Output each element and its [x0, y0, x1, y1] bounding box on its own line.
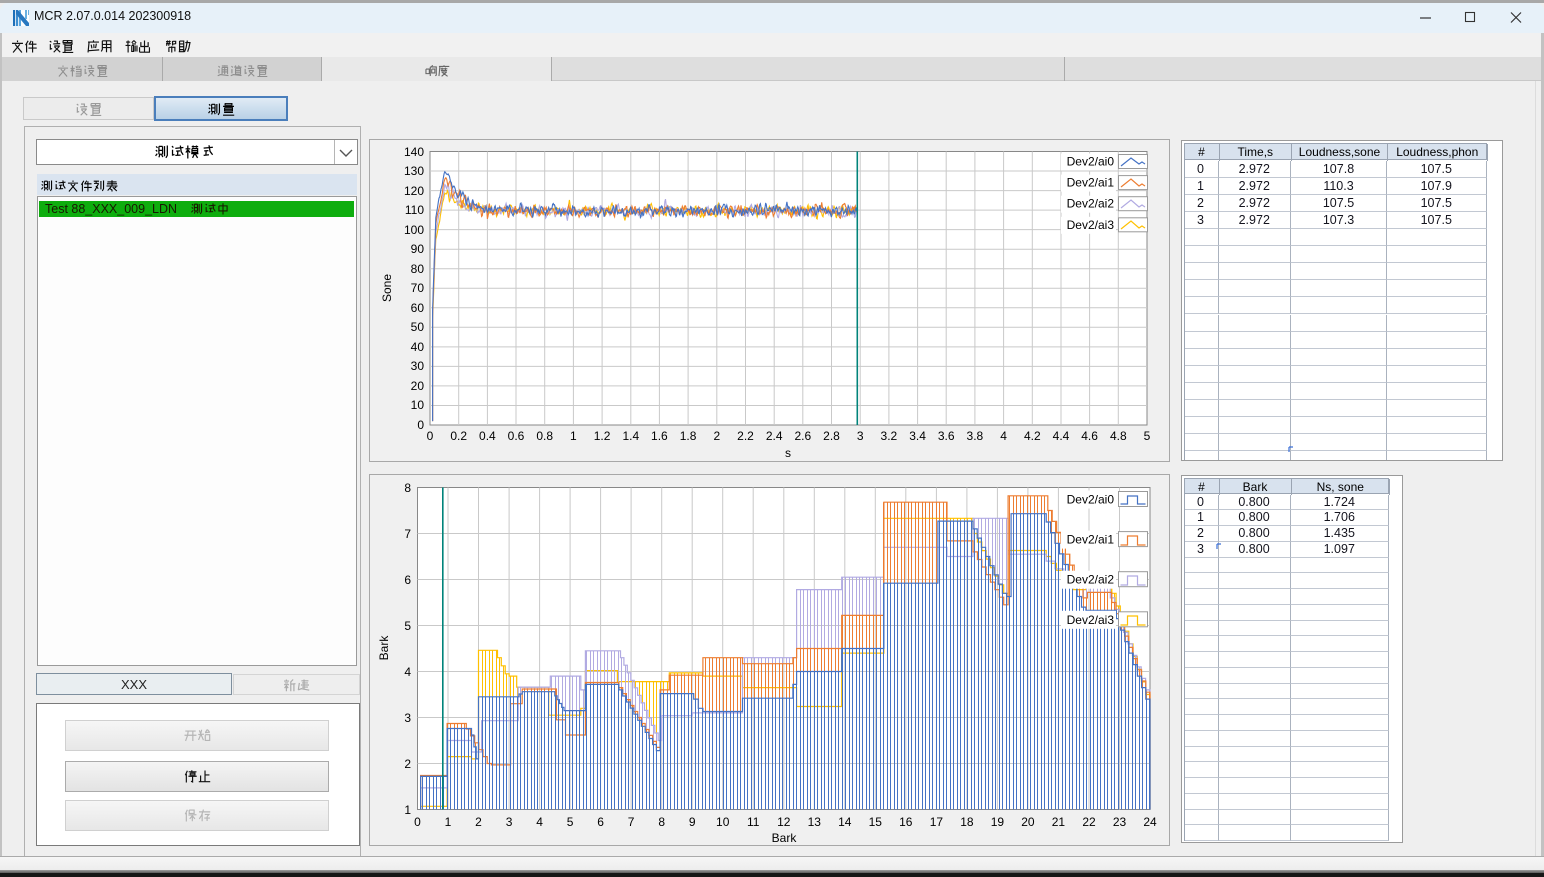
svg-text:18: 18 [960, 815, 974, 829]
svg-text:4: 4 [404, 665, 411, 679]
svg-text:13: 13 [808, 815, 822, 829]
svg-text:4.2: 4.2 [1024, 429, 1041, 443]
svg-text:19: 19 [991, 815, 1005, 829]
svg-text:1: 1 [445, 815, 452, 829]
svg-text:15: 15 [869, 815, 883, 829]
svg-text:7: 7 [628, 815, 635, 829]
svg-text:5: 5 [567, 815, 574, 829]
svg-text:1.2: 1.2 [594, 429, 611, 443]
svg-text:16: 16 [899, 815, 913, 829]
svg-text:4.4: 4.4 [1053, 429, 1070, 443]
svg-text:Dev2/ai3: Dev2/ai3 [1067, 613, 1115, 627]
svg-text:100: 100 [404, 223, 424, 237]
svg-text:30: 30 [411, 359, 425, 373]
svg-text:2: 2 [475, 815, 482, 829]
svg-text:5: 5 [404, 619, 411, 633]
svg-text:50: 50 [411, 320, 425, 334]
svg-text:12: 12 [777, 815, 791, 829]
svg-text:60: 60 [411, 301, 425, 315]
svg-text:1: 1 [570, 429, 577, 443]
svg-text:9: 9 [689, 815, 696, 829]
svg-text:10: 10 [716, 815, 730, 829]
svg-text:Bark: Bark [772, 831, 798, 845]
svg-text:21: 21 [1052, 815, 1066, 829]
svg-text:120: 120 [404, 184, 424, 198]
svg-text:22: 22 [1082, 815, 1096, 829]
svg-text:1.6: 1.6 [651, 429, 668, 443]
svg-text:3.4: 3.4 [909, 429, 926, 443]
svg-text:s: s [785, 446, 791, 460]
svg-text:4: 4 [1000, 429, 1007, 443]
svg-text:2: 2 [713, 429, 720, 443]
svg-text:Sone: Sone [380, 274, 394, 302]
svg-text:8: 8 [404, 481, 411, 495]
svg-text:0: 0 [427, 429, 434, 443]
svg-text:70: 70 [411, 281, 425, 295]
svg-text:130: 130 [404, 164, 424, 178]
svg-text:2: 2 [404, 757, 411, 771]
svg-text:140: 140 [404, 145, 424, 159]
svg-text:4: 4 [536, 815, 543, 829]
svg-text:4.8: 4.8 [1110, 429, 1127, 443]
svg-text:2.6: 2.6 [794, 429, 811, 443]
svg-text:3: 3 [404, 711, 411, 725]
svg-text:23: 23 [1113, 815, 1127, 829]
svg-text:17: 17 [930, 815, 944, 829]
svg-text:Dev2/ai1: Dev2/ai1 [1067, 533, 1115, 547]
svg-text:3: 3 [857, 429, 864, 443]
svg-text:7: 7 [404, 527, 411, 541]
svg-text:0.2: 0.2 [450, 429, 467, 443]
svg-text:0.4: 0.4 [479, 429, 496, 443]
svg-text:20: 20 [1021, 815, 1035, 829]
svg-text:110: 110 [405, 203, 424, 217]
svg-text:24: 24 [1143, 815, 1157, 829]
svg-text:6: 6 [404, 573, 411, 587]
svg-text:Dev2/ai2: Dev2/ai2 [1067, 573, 1115, 587]
svg-text:2.4: 2.4 [766, 429, 783, 443]
svg-text:6: 6 [597, 815, 604, 829]
svg-text:1.8: 1.8 [680, 429, 697, 443]
svg-text:4.6: 4.6 [1081, 429, 1098, 443]
svg-text:80: 80 [411, 262, 425, 276]
svg-text:1.4: 1.4 [622, 429, 639, 443]
svg-text:Dev2/ai0: Dev2/ai0 [1067, 155, 1115, 169]
svg-text:3.2: 3.2 [881, 429, 898, 443]
svg-text:3.8: 3.8 [967, 429, 984, 443]
svg-text:40: 40 [411, 340, 425, 354]
svg-text:0.8: 0.8 [536, 429, 553, 443]
svg-text:14: 14 [838, 815, 852, 829]
svg-text:10: 10 [411, 398, 425, 412]
svg-text:0: 0 [414, 815, 421, 829]
svg-text:0.6: 0.6 [508, 429, 525, 443]
svg-text:20: 20 [411, 379, 425, 393]
svg-text:Dev2/ai3: Dev2/ai3 [1067, 218, 1115, 232]
svg-text:0: 0 [417, 418, 424, 432]
svg-text:5: 5 [1144, 429, 1151, 443]
svg-text:Bark: Bark [377, 635, 391, 661]
svg-text:90: 90 [411, 242, 425, 256]
svg-text:1: 1 [404, 803, 411, 817]
svg-text:11: 11 [747, 815, 760, 829]
svg-text:3.6: 3.6 [938, 429, 955, 443]
svg-text:2.8: 2.8 [823, 429, 840, 443]
svg-text:Dev2/ai2: Dev2/ai2 [1067, 197, 1115, 211]
svg-text:Dev2/ai0: Dev2/ai0 [1067, 493, 1115, 507]
svg-text:2.2: 2.2 [737, 429, 754, 443]
svg-text:Dev2/ai1: Dev2/ai1 [1067, 176, 1115, 190]
svg-text:8: 8 [658, 815, 665, 829]
svg-text:3: 3 [506, 815, 513, 829]
